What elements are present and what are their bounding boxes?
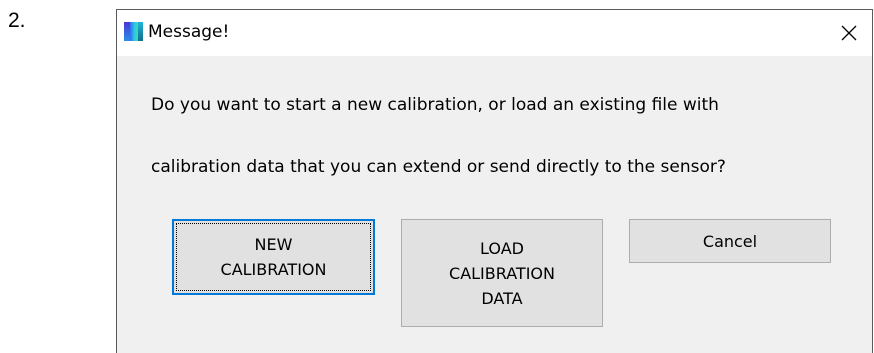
load-calibration-data-label: LOAD CALIBRATION DATA [449,238,555,308]
close-icon [841,25,857,41]
cancel-button[interactable]: Cancel [629,219,831,263]
cancel-label: Cancel [702,231,758,251]
message-line-2: calibration data that you can extend or … [151,157,726,177]
message-line-1: Do you want to start a new calibration, … [151,95,719,115]
new-calibration-label: NEW CALIBRATION [220,235,327,279]
new-calibration-button[interactable]: NEW CALIBRATION [172,219,375,295]
message-text: Do you want to start a new calibration, … [151,95,871,199]
step-number: 2. [8,9,26,32]
app-icon [124,22,143,41]
message-dialog: Message! Do you want to start a new cali… [116,9,873,353]
load-calibration-data-button[interactable]: LOAD CALIBRATION DATA [401,219,603,327]
close-button[interactable] [826,10,872,56]
title-bar[interactable]: Message! [117,10,872,56]
window-title: Message! [148,22,230,42]
